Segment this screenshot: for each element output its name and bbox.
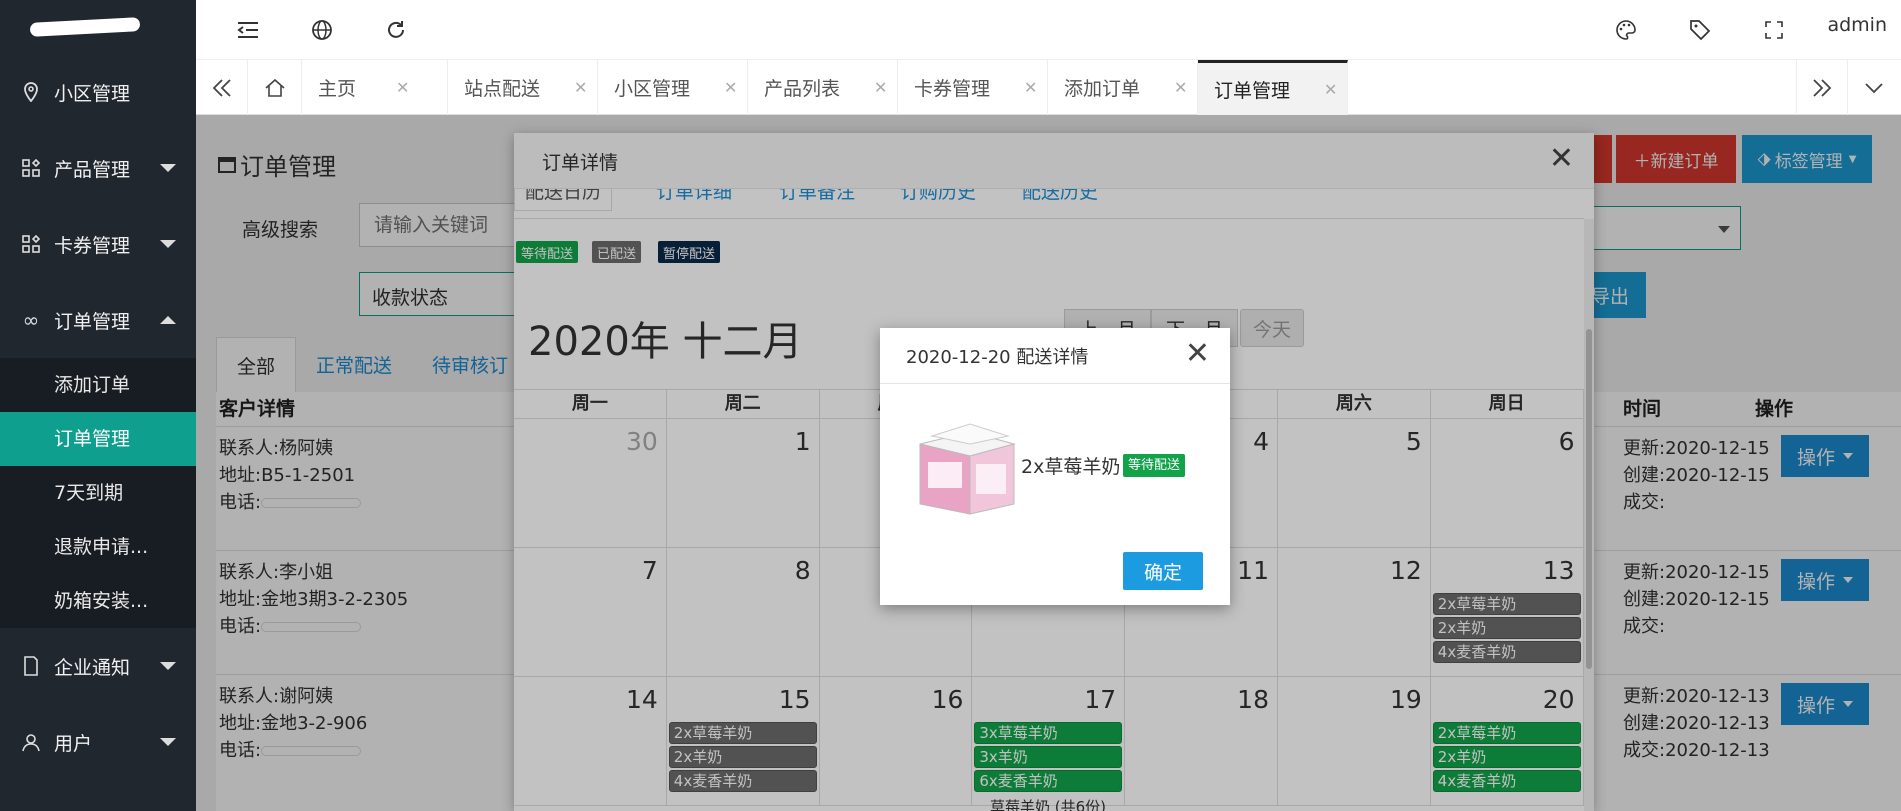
chevron-down-icon (160, 662, 176, 670)
logo (0, 0, 196, 54)
close-icon[interactable]: ✕ (396, 78, 409, 97)
grid-icon (20, 233, 42, 255)
delivery-detail-dialog: 2020-12-20 配送详情 ✕ 2x草莓羊奶 等待配送 确定 (880, 328, 1230, 605)
chevron-down-icon (160, 240, 176, 248)
close-icon[interactable]: ✕ (1024, 78, 1037, 97)
sidebar-item-products[interactable]: 产品管理 (0, 130, 196, 206)
tab-order-manage[interactable]: 订单管理 ✕ (1198, 60, 1348, 115)
grid-icon (20, 157, 42, 179)
user-icon (20, 731, 42, 753)
sidebar-item-orders[interactable]: ∞ 订单管理 (0, 282, 196, 358)
chevron-up-icon (160, 316, 176, 324)
status-badge: 等待配送 (1123, 454, 1186, 477)
product-name: 2x草莓羊奶 (1021, 456, 1121, 478)
tabs-scroll-right-button[interactable] (1796, 60, 1848, 115)
double-chevron-left-icon (212, 78, 231, 97)
tab-label: 添加订单 (1064, 78, 1141, 100)
page-tabs: 主页 ✕ 站点配送 ✕ 小区管理 ✕ 产品列表 ✕ 卡券管理 ✕ 添加订单 ✕ 订单管理 ✕ (196, 60, 1901, 115)
sidebar: 小区管理 产品管理 卡券管理 ∞ 订单管理 添加订单 订单管理 7天到期 退款申… (0, 0, 196, 811)
sidebar-item-label: 用户 (54, 732, 93, 755)
sidebar-item-label: 小区管理 (54, 82, 131, 105)
tab-products[interactable]: 产品列表 ✕ (748, 60, 898, 115)
chevron-down-icon (160, 164, 176, 172)
document-icon (20, 655, 42, 677)
menu-collapse-icon[interactable] (234, 16, 262, 44)
tab-station[interactable]: 站点配送 ✕ (448, 60, 598, 115)
tab-add-order[interactable]: 添加订单 ✕ (1048, 60, 1198, 115)
tabs-menu-button[interactable] (1848, 60, 1900, 115)
tab-label: 订单管理 (1214, 79, 1291, 102)
sidebar-item-label: 卡券管理 (54, 234, 131, 257)
refresh-icon[interactable] (382, 16, 410, 44)
close-icon[interactable]: ✕ (1185, 338, 1210, 370)
submenu-add-order[interactable]: 添加订单 (0, 358, 196, 412)
top-header: admin (196, 0, 1901, 60)
sidebar-item-label: 订单管理 (54, 310, 131, 333)
globe-icon[interactable] (308, 16, 336, 44)
close-icon[interactable]: ✕ (1324, 80, 1337, 99)
tab-label: 产品列表 (764, 78, 841, 100)
tab-coupons[interactable]: 卡券管理 ✕ (898, 60, 1048, 115)
submenu-refunds[interactable]: 退款申请... (0, 520, 196, 574)
sidebar-item-community[interactable]: 小区管理 (0, 54, 196, 130)
tag-icon[interactable] (1686, 16, 1714, 44)
sidebar-item-label: 企业通知 (54, 656, 131, 679)
submenu-expiring[interactable]: 7天到期 (0, 466, 196, 520)
location-pin-icon (20, 81, 42, 103)
tab-label: 卡券管理 (914, 78, 991, 100)
sidebar-item-users[interactable]: 用户 (0, 704, 196, 780)
submenu-order-manage[interactable]: 订单管理 (0, 412, 196, 466)
sidebar-item-label: 产品管理 (54, 158, 131, 181)
infinity-icon: ∞ (22, 308, 40, 332)
fullscreen-icon[interactable] (1760, 16, 1788, 44)
dialog-header: 2020-12-20 配送详情 ✕ (880, 328, 1230, 384)
chevron-down-icon (1865, 82, 1883, 93)
orders-submenu: 添加订单 订单管理 7天到期 退款申请... 奶箱安装... (0, 358, 196, 628)
user-menu[interactable]: admin (1827, 14, 1887, 36)
tab-main[interactable]: 主页 ✕ (302, 60, 448, 115)
logo-redacted (29, 17, 141, 37)
tab-label: 站点配送 (464, 78, 541, 100)
tabs-scroll-left-button[interactable] (196, 60, 248, 115)
close-icon[interactable]: ✕ (724, 78, 737, 97)
chevron-down-icon (160, 738, 176, 746)
tab-label: 小区管理 (614, 78, 691, 100)
close-icon[interactable]: ✕ (1174, 78, 1187, 97)
confirm-button[interactable]: 确定 (1123, 552, 1203, 590)
tab-home[interactable] (248, 60, 302, 115)
milk-carton-image (919, 423, 1016, 515)
home-icon (264, 78, 285, 97)
palette-icon[interactable] (1612, 16, 1640, 44)
sidebar-item-notice[interactable]: 企业通知 (0, 628, 196, 704)
tab-label: 主页 (318, 78, 357, 100)
close-icon[interactable]: ✕ (874, 78, 887, 97)
close-icon[interactable]: ✕ (574, 78, 587, 97)
double-chevron-right-icon (1813, 78, 1832, 97)
submenu-milkbox[interactable]: 奶箱安装... (0, 574, 196, 628)
tab-community[interactable]: 小区管理 ✕ (598, 60, 748, 115)
sidebar-item-coupons[interactable]: 卡券管理 (0, 206, 196, 282)
dialog-title: 2020-12-20 配送详情 (906, 347, 1089, 368)
